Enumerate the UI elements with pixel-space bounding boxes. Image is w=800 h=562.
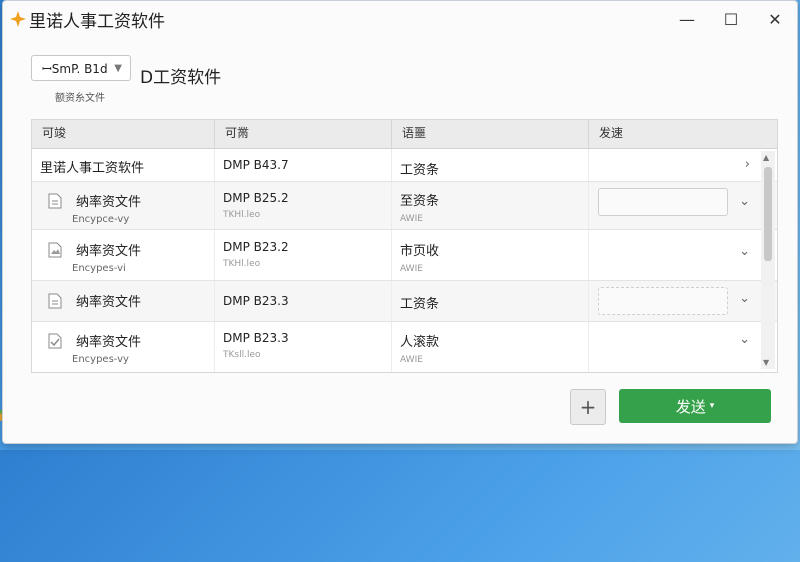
row-name: 里诺人事工资软件 [40,161,145,176]
row-status-cell: 市页收 AWIE [392,230,589,280]
table-row[interactable]: 纳率资文件 DMP B23.3 工资条 ⌄ [32,281,777,322]
row-name: 纳率资文件 [76,335,142,350]
chevron-right-icon[interactable]: › [745,157,750,172]
file-select-hint: 额资糸文件 [55,93,105,104]
row-name-cell: 里诺人事工资软件 [32,149,215,181]
row-value-cell: DMP B43.7 [215,149,392,181]
row-name-cell: 纳率资文件 Encypes-vi [32,230,215,280]
scroll-up-arrow-icon[interactable]: ▲ [763,153,769,162]
document-icon [48,293,62,309]
row-send-cell: ⌄ [589,322,776,372]
table-header: 可竣 可黹 语噩 发速 [32,120,777,149]
app-window: 里诺人事工资软件 — ☐ ✕ ꟷSmP. B1d ▼ 额资糸文件 D工资软件 可… [2,0,798,444]
row-status-sub: AWIE [400,214,423,224]
payroll-table: 可竣 可黹 语噩 发速 里诺人事工资软件 DMP B43.7 工资条 › 纳率资… [31,119,778,373]
scrollbar-thumb[interactable] [764,167,772,261]
row-name: 纳率资文件 [76,295,142,310]
app-logo-icon [9,10,27,28]
row-value-cell: DMP B23.3 TKsll.leo [215,322,392,372]
page-title: D工资软件 [140,68,222,88]
row-value: DMP B23.2 [223,240,289,254]
row-status-cell: 至资条 AWIE [392,182,589,229]
row-status: 工资条 [400,163,440,178]
minimize-button[interactable]: — [665,1,709,37]
row-status-cell: 工资条 [392,149,589,181]
table-body: 里诺人事工资软件 DMP B43.7 工资条 › 纳率资文件 Encypce-v… [32,149,777,372]
send-input[interactable] [598,287,728,315]
row-send-cell: ⌄ [589,281,776,321]
row-name-line: 纳率资文件 [40,291,206,310]
title-bar[interactable]: 里诺人事工资软件 — ☐ ✕ [3,1,797,37]
row-status-sub: AWIE [400,355,423,365]
table-scrollbar[interactable]: ▲ ▼ [761,151,775,369]
row-name-cell: 纳率资文件 Encypes-vy [32,322,215,372]
column-header-send[interactable]: 发速 [589,120,776,148]
chevron-down-icon[interactable]: ⌄ [739,244,750,259]
row-name: 纳率资文件 [76,195,142,210]
row-value: DMP B23.3 [223,331,289,345]
row-send-cell: › [589,149,776,181]
row-status-sub: AWIE [400,264,423,274]
row-name-cell: 纳率资文件 Encypce-vy [32,182,215,229]
caret-down-icon: ▾ [709,401,715,411]
chevron-down-icon[interactable]: ⌄ [739,194,750,209]
row-value: DMP B25.2 [223,191,289,205]
column-header-type[interactable]: 语噩 [392,120,589,148]
row-value: DMP B43.7 [223,158,289,172]
row-name-sub: Encypce-vy [72,214,130,225]
send-button-label: 发送 [675,397,706,416]
window-controls: — ☐ ✕ [665,1,797,37]
send-input[interactable] [598,188,728,216]
row-name-line: 纳率资文件 [40,331,206,350]
row-status: 人滚款 [400,335,440,350]
add-button[interactable]: + [570,389,606,425]
row-value-cell: DMP B23.2 TKHl.leo [215,230,392,280]
table-row[interactable]: 纳率资文件 Encypes-vy DMP B23.3 TKsll.leo 人滚款… [32,322,777,372]
scroll-down-arrow-icon[interactable]: ▼ [763,358,769,367]
table-row[interactable]: 纳率资文件 Encypes-vi DMP B23.2 TKHl.leo 市页收 … [32,230,777,281]
file-select-value: ꟷSmP. B1d [42,61,108,76]
row-status: 市页收 [400,244,440,259]
checked-document-icon [48,333,62,349]
chevron-down-icon[interactable]: ⌄ [739,291,750,306]
row-name-sub: Encypes-vy [72,354,129,365]
row-status-cell: 人滚款 AWIE [392,322,589,372]
row-value: DMP B23.3 [223,294,289,308]
column-header-name[interactable]: 可竣 [32,120,215,148]
row-send-cell: ⌄ [589,230,776,280]
row-value-cell: DMP B23.3 [215,281,392,321]
table-row[interactable]: 纳率资文件 Encypce-vy DMP B25.2 TKHl.leo 至资条 … [32,182,777,230]
row-value-sub: TKsll.leo [223,350,261,360]
row-value-sub: TKHl.leo [223,210,261,220]
image-document-icon [48,242,62,258]
maximize-button[interactable]: ☐ [709,1,753,37]
send-button[interactable]: 发送 ▾ [619,389,771,423]
row-status: 工资条 [400,297,440,312]
row-name-line: 纳率资文件 [40,240,206,259]
row-status-cell: 工资条 [392,281,589,321]
window-title: 里诺人事工资软件 [29,11,165,32]
table-row[interactable]: 里诺人事工资软件 DMP B43.7 工资条 › [32,149,777,182]
column-header-code[interactable]: 可黹 [215,120,392,148]
chevron-down-icon[interactable]: ⌄ [739,332,750,347]
row-name-cell: 纳率资文件 [32,281,215,321]
row-status: 至资条 [400,194,440,209]
row-send-cell: ⌄ [589,182,776,229]
row-name-line: 纳率资文件 [40,191,206,210]
row-name: 纳率资文件 [76,244,142,259]
chevron-down-icon: ▼ [114,62,122,74]
document-icon [48,193,62,209]
toolbar: ꟷSmP. B1d ▼ 额资糸文件 [31,55,131,104]
file-select-dropdown[interactable]: ꟷSmP. B1d ▼ [31,55,131,81]
row-value-sub: TKHl.leo [223,259,261,269]
row-value-cell: DMP B25.2 TKHl.leo [215,182,392,229]
row-name-sub: Encypes-vi [72,263,126,274]
close-button[interactable]: ✕ [753,1,797,37]
